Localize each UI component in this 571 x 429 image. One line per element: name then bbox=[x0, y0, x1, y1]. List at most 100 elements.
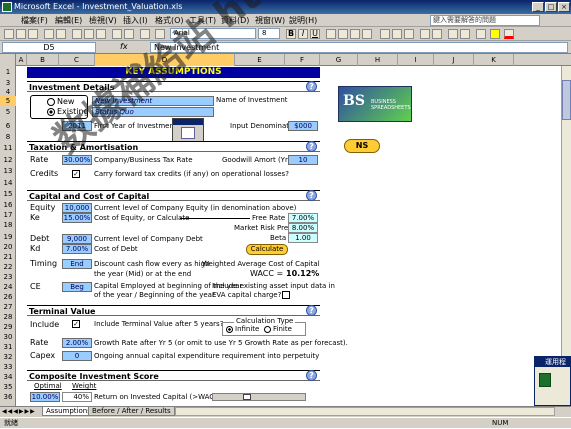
row-header[interactable]: 31 bbox=[0, 342, 16, 352]
row-header[interactable]: 30 bbox=[0, 332, 16, 342]
tv-rate-input[interactable]: 2.00% bbox=[62, 338, 92, 348]
font-color-icon[interactable] bbox=[504, 29, 514, 39]
equity-input[interactable]: 10,000 bbox=[62, 203, 92, 213]
radio-new[interactable] bbox=[47, 98, 55, 106]
save-icon[interactable] bbox=[28, 29, 38, 39]
merge-icon[interactable] bbox=[362, 29, 372, 39]
row-header[interactable]: 6 bbox=[0, 121, 16, 131]
column-header-b[interactable]: B bbox=[27, 54, 59, 66]
percent-icon[interactable] bbox=[392, 29, 402, 39]
row-header[interactable]: 36 bbox=[0, 392, 16, 402]
copy-icon[interactable] bbox=[84, 29, 94, 39]
beta-value[interactable]: 1.00 bbox=[288, 233, 318, 243]
cut-icon[interactable] bbox=[72, 29, 82, 39]
tab-results[interactable]: Before / After / Results bbox=[88, 407, 175, 416]
row-header[interactable]: 18 bbox=[0, 220, 16, 230]
comma-icon[interactable] bbox=[404, 29, 414, 39]
free-rate-value[interactable]: 7.00% bbox=[288, 213, 318, 223]
help-search-input[interactable]: 鍵入需要解答的問題 bbox=[430, 15, 540, 26]
minimize-button[interactable]: _ bbox=[532, 2, 544, 12]
indent-icon[interactable] bbox=[448, 29, 458, 39]
column-header-k[interactable]: K bbox=[474, 54, 514, 66]
close-button[interactable]: × bbox=[558, 2, 570, 12]
ke-input[interactable]: 15.00% bbox=[62, 213, 92, 223]
row-header[interactable]: 5 bbox=[0, 96, 16, 106]
open-icon[interactable] bbox=[16, 29, 26, 39]
row-header[interactable]: 23 bbox=[0, 272, 16, 282]
eva-checkbox[interactable] bbox=[282, 291, 290, 299]
italic-icon[interactable]: I bbox=[298, 29, 308, 39]
currency-icon[interactable] bbox=[380, 29, 390, 39]
credits-checkbox[interactable]: ✓ bbox=[72, 170, 80, 178]
column-header-h[interactable]: H bbox=[358, 54, 398, 66]
vertical-scrollbar[interactable] bbox=[561, 66, 571, 406]
radio-infinite[interactable] bbox=[226, 326, 233, 333]
horizontal-scrollbar[interactable] bbox=[175, 407, 555, 416]
calculate-button[interactable]: Calculate bbox=[246, 244, 288, 255]
column-header-f[interactable]: F bbox=[285, 54, 320, 66]
row-header[interactable]: 17 bbox=[0, 210, 16, 220]
help-icon[interactable]: ? bbox=[306, 370, 317, 381]
navigation-button[interactable]: NS bbox=[344, 139, 380, 153]
fill-color-icon[interactable] bbox=[490, 29, 500, 39]
column-header-i[interactable]: I bbox=[398, 54, 434, 66]
align-right-icon[interactable] bbox=[350, 29, 360, 39]
weight-slider[interactable] bbox=[212, 393, 306, 401]
row-header[interactable]: 15 bbox=[0, 189, 16, 199]
row-header[interactable]: 19 bbox=[0, 232, 16, 242]
new-icon[interactable] bbox=[4, 29, 14, 39]
redo-icon[interactable] bbox=[124, 29, 134, 39]
row-header[interactable]: 22 bbox=[0, 262, 16, 272]
row-header[interactable]: 13 bbox=[0, 166, 16, 176]
goodwill-input[interactable]: 10 bbox=[288, 155, 318, 165]
row-header[interactable]: 21 bbox=[0, 252, 16, 262]
increase-decimal-icon[interactable] bbox=[420, 29, 430, 39]
row-header[interactable]: 1 bbox=[0, 67, 16, 77]
row-header[interactable]: 11 bbox=[0, 143, 16, 153]
undo-icon[interactable] bbox=[112, 29, 122, 39]
tab-assumptions[interactable]: Assumptions bbox=[42, 407, 95, 416]
bold-icon[interactable]: B bbox=[286, 29, 296, 39]
help-icon[interactable]: ? bbox=[306, 305, 317, 316]
roic-optimal-input[interactable]: 10.00% bbox=[30, 392, 60, 402]
column-header-g[interactable]: G bbox=[320, 54, 358, 66]
row-header[interactable]: 8 bbox=[0, 132, 16, 142]
column-header-c[interactable]: C bbox=[59, 54, 95, 66]
weight-slider-thumb[interactable] bbox=[243, 394, 251, 400]
tab-scroll-buttons[interactable]: ◀◀◀▶▶▶ bbox=[2, 407, 40, 416]
side-dialog[interactable]: 運用程 bbox=[534, 356, 571, 406]
menu-help[interactable]: 說明(H) bbox=[286, 15, 320, 26]
print-icon[interactable] bbox=[44, 29, 54, 39]
row-header[interactable]: 14 bbox=[0, 178, 16, 188]
column-header-a[interactable]: A bbox=[16, 54, 27, 66]
row-header[interactable]: 5 bbox=[0, 107, 16, 117]
row-header[interactable]: 27 bbox=[0, 302, 16, 312]
help-icon[interactable]: ? bbox=[306, 141, 317, 152]
floating-toolbar-title[interactable] bbox=[173, 119, 203, 125]
capex-input[interactable]: 0 bbox=[62, 351, 92, 361]
row-header[interactable]: 32 bbox=[0, 352, 16, 362]
row-header[interactable]: 29 bbox=[0, 322, 16, 332]
row-header[interactable]: 26 bbox=[0, 292, 16, 302]
outdent-icon[interactable] bbox=[460, 29, 470, 39]
ce-select[interactable]: Beg bbox=[62, 282, 92, 292]
chart-icon[interactable] bbox=[181, 127, 195, 139]
row-header[interactable]: 28 bbox=[0, 312, 16, 322]
menu-insert[interactable]: 插入(I) bbox=[120, 15, 151, 26]
font-size-select[interactable]: 8 bbox=[258, 28, 280, 39]
row-header[interactable]: 20 bbox=[0, 242, 16, 252]
help-icon[interactable]: ? bbox=[306, 81, 317, 92]
market-premium-value[interactable]: 8.00% bbox=[288, 223, 318, 233]
row-header[interactable]: 35 bbox=[0, 382, 16, 392]
input-denomination-input[interactable]: $000 bbox=[288, 121, 318, 131]
row-header[interactable]: 16 bbox=[0, 200, 16, 210]
decrease-decimal-icon[interactable] bbox=[432, 29, 442, 39]
include-checkbox[interactable]: ✓ bbox=[72, 320, 80, 328]
debt-input[interactable]: 9,000 bbox=[62, 234, 92, 244]
borders-icon[interactable] bbox=[476, 29, 486, 39]
menu-view[interactable]: 檢視(V) bbox=[86, 15, 120, 26]
row-header[interactable]: 24 bbox=[0, 282, 16, 292]
align-left-icon[interactable] bbox=[326, 29, 336, 39]
underline-icon[interactable]: U bbox=[310, 29, 320, 39]
maximize-button[interactable]: □ bbox=[545, 2, 557, 12]
